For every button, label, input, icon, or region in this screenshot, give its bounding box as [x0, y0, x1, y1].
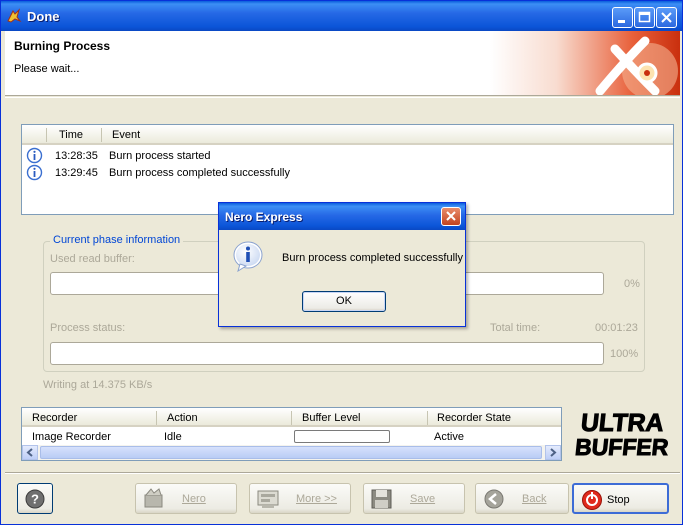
nero-app-icon — [7, 8, 22, 23]
chevron-right-icon — [550, 448, 557, 457]
event-row[interactable]: 13:28:35 Burn process started — [22, 147, 673, 164]
dialog-title: Nero Express — [225, 210, 303, 224]
scroll-thumb[interactable] — [40, 446, 542, 459]
chevron-left-icon — [26, 448, 33, 457]
dialog-close-button[interactable] — [441, 207, 461, 226]
column-header-recorder-state[interactable]: Recorder State — [437, 412, 511, 424]
event-row[interactable]: 13:29:45 Burn process completed successf… — [22, 164, 673, 181]
recorder-name: Image Recorder — [32, 431, 111, 443]
info-icon — [26, 164, 43, 181]
column-separator[interactable] — [291, 411, 292, 425]
stop-icon — [582, 490, 602, 510]
nero-button-label: Nero — [182, 493, 206, 505]
progress-percent: 100% — [610, 348, 639, 360]
column-header-buffer-level[interactable]: Buffer Level — [302, 412, 361, 424]
help-icon: ? — [25, 489, 45, 509]
svg-text:ULTRA: ULTRA — [579, 409, 665, 437]
back-arrow-icon — [484, 489, 504, 509]
dialog-message: Burn process completed successfully — [282, 252, 463, 264]
total-time-label: Total time: — [490, 322, 541, 334]
event-text: Burn process started — [109, 150, 211, 162]
more-button-label: More >> — [296, 493, 337, 505]
close-button[interactable] — [656, 7, 677, 28]
recorder-action: Idle — [164, 431, 182, 443]
event-log-header: Time Event — [22, 125, 673, 145]
close-icon — [661, 12, 672, 23]
nero-logo-icon — [595, 36, 678, 95]
minimize-icon — [618, 20, 625, 23]
ultra-buffer-logo: ULTRA BUFFER — [574, 409, 671, 459]
total-time-value: 00:01:23 — [595, 322, 638, 334]
event-text: Burn process completed successfully — [109, 167, 290, 179]
scroll-left-button[interactable] — [22, 445, 38, 460]
recorder-list[interactable]: Recorder Action Buffer Level Recorder St… — [21, 407, 562, 461]
header-divider — [5, 95, 680, 98]
info-icon — [26, 147, 43, 164]
page-title: Burning Process — [14, 39, 111, 53]
burning-window: Done Burning Process Please wait... Time… — [0, 0, 683, 525]
nero-header-graphic — [490, 31, 680, 95]
horizontal-scrollbar[interactable] — [22, 445, 561, 460]
dialog-title-bar[interactable]: Nero Express — [219, 203, 465, 230]
more-icon — [257, 490, 279, 508]
page-subtitle: Please wait... — [14, 63, 80, 75]
help-button[interactable]: ? — [17, 483, 53, 514]
svg-text:?: ? — [31, 492, 39, 507]
column-separator[interactable] — [46, 128, 47, 142]
column-header-time[interactable]: Time — [59, 129, 83, 141]
info-icon — [233, 241, 263, 272]
wizard-header: Burning Process Please wait... — [5, 31, 680, 95]
more-button[interactable]: More >> — [249, 483, 351, 514]
event-time: 13:29:45 — [55, 167, 98, 179]
maximize-button[interactable] — [634, 7, 655, 28]
process-progress-bar — [50, 342, 604, 365]
close-icon — [446, 211, 456, 221]
back-button-label: Back — [522, 493, 547, 505]
recorder-state: Active — [434, 431, 464, 443]
nero-icon — [144, 488, 163, 508]
nero-button[interactable]: Nero — [135, 483, 237, 514]
writing-speed: Writing at 14.375 KB/s — [43, 379, 153, 391]
floppy-icon — [371, 489, 392, 509]
used-buffer-label: Used read buffer: — [50, 253, 135, 265]
recorder-list-header: Recorder Action Buffer Level Recorder St… — [22, 408, 561, 427]
save-button-label: Save — [410, 493, 436, 505]
ok-button[interactable]: OK — [302, 291, 386, 312]
process-status-label: Process status: — [50, 322, 126, 334]
column-separator[interactable] — [156, 411, 157, 425]
maximize-icon — [638, 11, 651, 23]
svg-text:BUFFER: BUFFER — [574, 434, 670, 459]
buffer-level-bar — [294, 430, 390, 443]
title-bar[interactable]: Done — [1, 1, 682, 31]
column-separator[interactable] — [101, 128, 102, 142]
phase-info-legend: Current phase information — [50, 234, 184, 246]
window-title: Done — [27, 9, 60, 24]
stop-button-label: Stop — [607, 494, 630, 506]
footer-divider — [5, 472, 680, 474]
back-button[interactable]: Back — [475, 483, 569, 514]
column-header-action[interactable]: Action — [167, 412, 198, 424]
column-separator[interactable] — [427, 411, 428, 425]
event-time: 13:28:35 — [55, 150, 98, 162]
stop-button[interactable]: Stop — [572, 483, 669, 514]
minimize-button[interactable] — [612, 7, 633, 28]
column-header-recorder[interactable]: Recorder — [32, 412, 77, 424]
completion-dialog: Nero Express Burn process completed succ… — [218, 202, 466, 327]
save-button[interactable]: Save — [363, 483, 465, 514]
column-header-event[interactable]: Event — [112, 129, 140, 141]
scroll-right-button[interactable] — [545, 445, 561, 460]
used-buffer-percent: 0% — [624, 278, 640, 290]
